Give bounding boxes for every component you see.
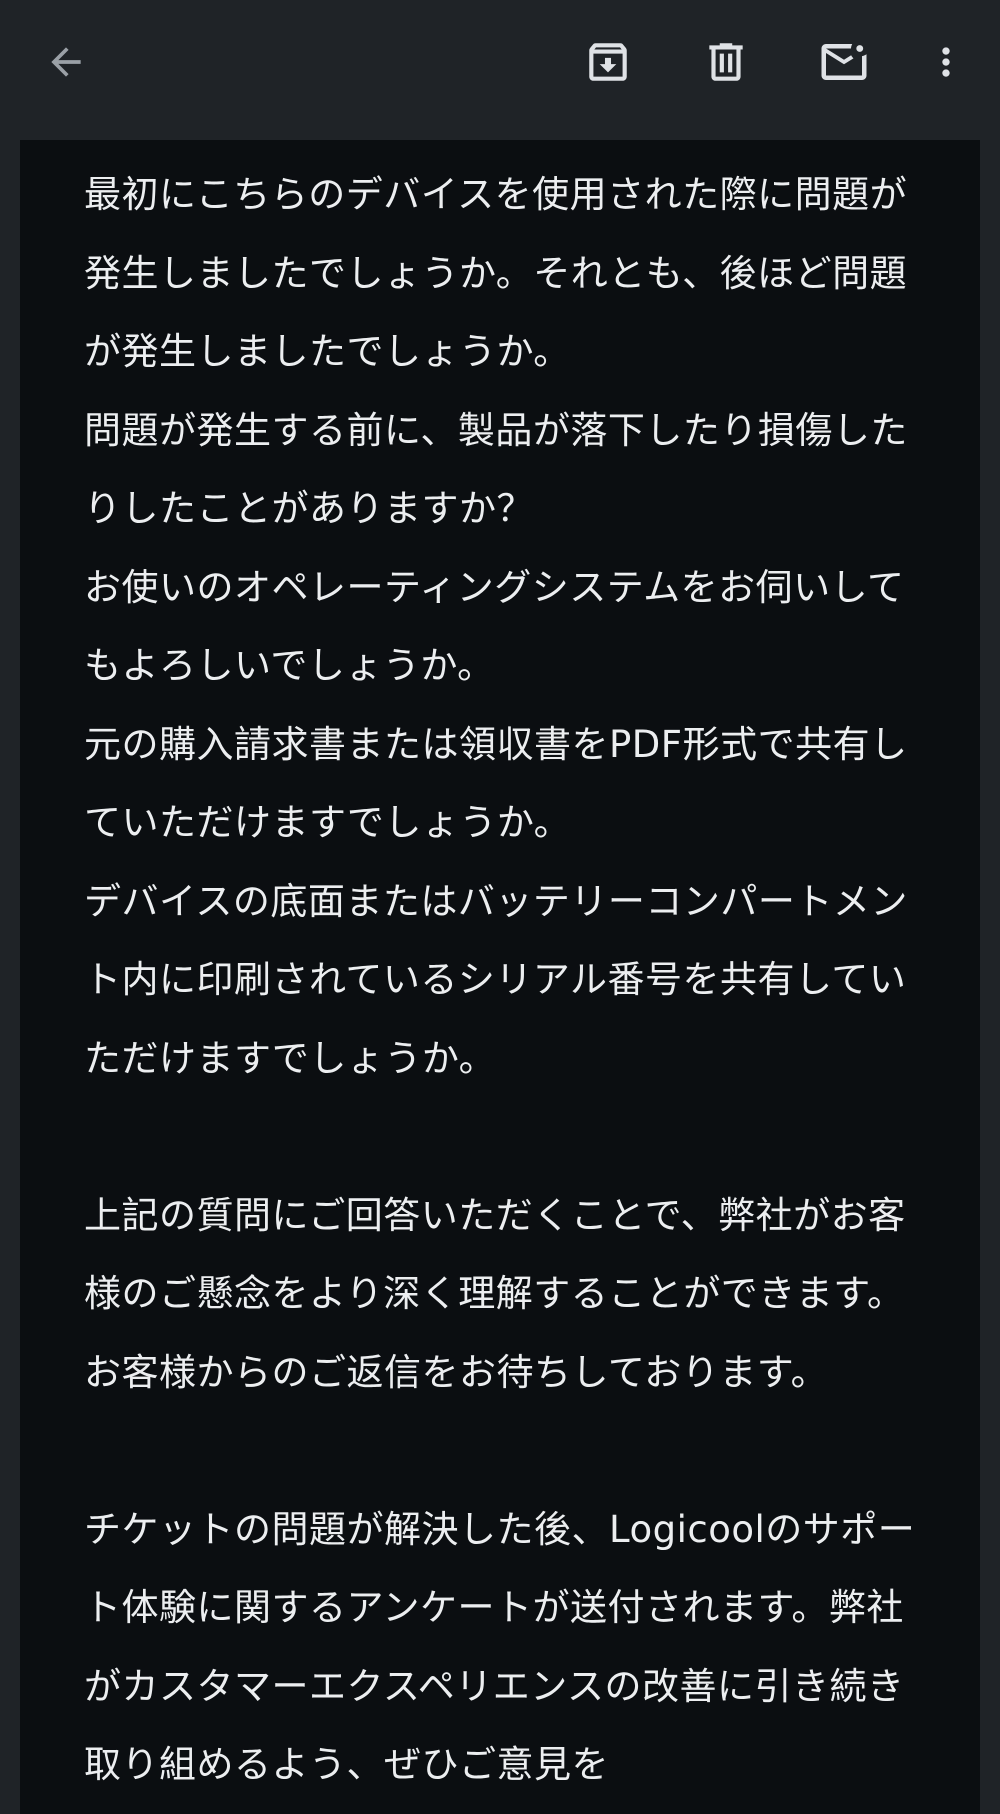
paragraph-question-2: 問題が発生する前に、製品が落下したり損傷したりしたことがありますか？ (84, 408, 908, 531)
more-vert-icon (942, 47, 950, 77)
email-body-text: 最初にこちらのデバイスを使用された際に問題が発生しましたでしょうか。それとも、後… (84, 156, 934, 1805)
paragraph-question-4: 元の購入請求書または領収書をPDF形式で共有していただけますでしょうか。 (84, 722, 908, 845)
delete-button[interactable] (694, 30, 758, 94)
arrow-back-icon (51, 47, 81, 77)
paragraph-question-3: お使いのオペレーティングシステムをお伺いしてもよろしいでしょうか。 (84, 565, 905, 688)
archive-icon (589, 43, 627, 81)
trash-icon (709, 43, 743, 81)
back-button[interactable] (34, 30, 98, 94)
more-options-button[interactable] (914, 30, 978, 94)
mark-unread-button[interactable] (812, 30, 876, 94)
top-app-bar (0, 0, 1000, 140)
email-body-card: 最初にこちらのデバイスを使用された際に問題が発生しましたでしょうか。それとも、後… (20, 140, 980, 1814)
paragraph-survey-note: チケットの問題が解決した後、Logicoolのサポート体験に関するアンケートが送… (84, 1507, 916, 1787)
mail-unread-icon (821, 44, 867, 80)
paragraph-reply-request: 上記の質問にご回答いただくことで、弊社がお客様のご懸念をより深く理解することがで… (84, 1193, 906, 1394)
paragraph-question-1: 最初にこちらのデバイスを使用された際に問題が発生しましたでしょうか。それとも、後… (84, 173, 908, 373)
archive-button[interactable] (576, 30, 640, 94)
paragraph-question-5: デバイスの底面またはバッテリーコンパートメント内に印刷されているシリアル番号を共… (84, 879, 908, 1080)
